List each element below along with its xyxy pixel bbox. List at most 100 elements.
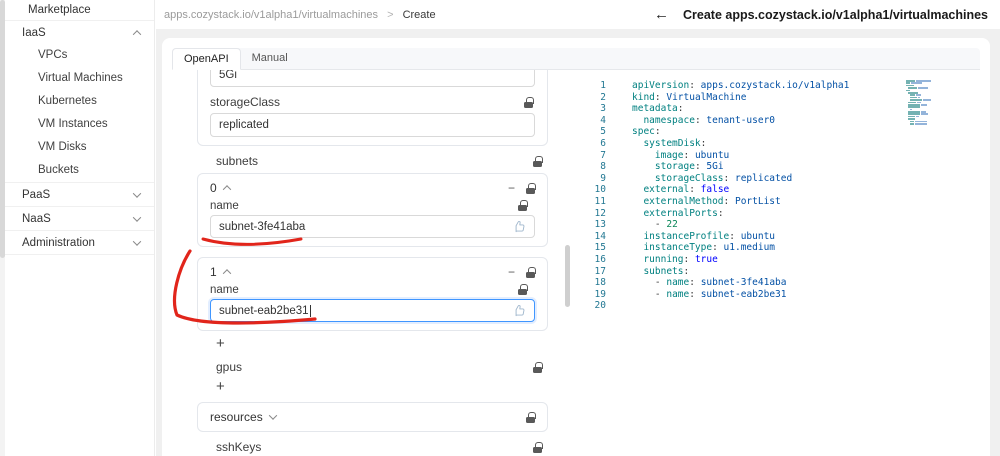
code-line: externalPorts: [643, 207, 724, 219]
code-line: external: false [643, 184, 730, 196]
app-root: Marketplace IaaS VPCs Virtual Machines Kube… [0, 0, 1000, 456]
sidebar-group-label: NaaS [22, 212, 51, 225]
line-number: 18 [594, 277, 606, 289]
code-line: - 22 [654, 219, 678, 231]
minimap-line [906, 123, 932, 125]
line-number: 19 [594, 288, 606, 300]
section-label: resources [210, 410, 263, 424]
sidebar-item-marketplace[interactable]: Marketplace [5, 0, 154, 20]
code-line: - name: subnet-3fe41aba [654, 277, 787, 289]
topbar: apps.cozystack.io/v1alpha1/virtualmachin… [156, 0, 1000, 30]
subnet-item-header[interactable]: 1 − [210, 264, 536, 280]
divider [5, 254, 154, 255]
storage-class-label-row: storageClass [210, 95, 535, 109]
sidebar-item-vm-instances[interactable]: VM Instances [5, 113, 154, 136]
lock-icon [526, 266, 536, 278]
editor-minimap[interactable] [906, 80, 932, 128]
line-number: 17 [594, 265, 606, 277]
chevron-up-icon [222, 185, 231, 194]
input-value: subnet-3fe41aba [219, 220, 306, 233]
minimap-line [906, 101, 932, 104]
name-input[interactable]: subnet-3fe41aba [210, 215, 535, 238]
thumbs-up-icon[interactable] [512, 304, 526, 318]
minimap-line [906, 103, 932, 106]
remove-item-button[interactable]: − [508, 266, 515, 278]
lock-icon [526, 411, 536, 423]
sidebar-item-buckets[interactable]: Buckets [5, 159, 154, 182]
subnets-list: 0 − name subnet-3fe41aba 1 − name subnet… [197, 173, 548, 331]
field-label: storageClass [210, 95, 281, 109]
system-disk-panel: 5Gi storageClass replicated [197, 70, 548, 146]
field-label: name [210, 283, 239, 296]
minimap-line [906, 91, 932, 94]
sidebar-group-label: Administration [22, 236, 95, 249]
minimap-line [906, 106, 932, 108]
sidebar-group-naas[interactable]: NaaS [5, 207, 154, 230]
minimap-line [906, 94, 932, 96]
line-number: 11 [594, 195, 606, 207]
remove-item-button[interactable]: − [508, 182, 515, 194]
line-number: 14 [594, 230, 606, 242]
window-scrollbar[interactable] [0, 0, 5, 456]
subnet-item-panel: 0 − name subnet-3fe41aba [197, 173, 548, 247]
subnet-item-header[interactable]: 0 − [210, 180, 536, 196]
minimap-line [906, 108, 932, 111]
sidebar-group-administration[interactable]: Administration [5, 231, 154, 254]
breadcrumb-current: Create [402, 8, 436, 21]
yaml-editor[interactable]: 1 2 3 4 5 6 7 8 9 10 11 12 13 14 15 16 17 18 19 20 apiVersi… [578, 70, 980, 456]
code-line: instanceProfile: ubuntu [643, 230, 776, 242]
sshkeys-section-label: sshKeys [197, 440, 548, 454]
line-number: 7 [600, 149, 606, 161]
minimap-line [906, 87, 932, 89]
form-scrollbar-thumb[interactable] [565, 245, 570, 307]
line-number: 2 [600, 91, 606, 103]
thumbs-up-icon[interactable] [512, 220, 526, 234]
sidebar: Marketplace IaaS VPCs Virtual Machines Kube… [5, 0, 155, 456]
add-gpu-button[interactable]: + [197, 379, 257, 395]
sidebar-item-vm-disks[interactable]: VM Disks [5, 136, 154, 159]
storage-class-input[interactable]: replicated [210, 113, 535, 137]
code-lines[interactable]: apiVersion: apps.cozystack.io/v1alpha1 ki… [618, 80, 980, 456]
minimap-line [906, 80, 932, 82]
sidebar-group-paas[interactable]: PaaS [5, 183, 154, 206]
resources-header[interactable]: resources [210, 408, 536, 426]
line-number: 6 [600, 137, 606, 149]
sidebar-item-vpcs[interactable]: VPCs [5, 44, 154, 67]
storage-input[interactable]: 5Gi [210, 70, 535, 87]
input-value: replicated [219, 119, 269, 131]
form-scrollbar[interactable] [562, 70, 574, 456]
minimap-line [906, 84, 932, 87]
line-number: 1 [600, 80, 606, 91]
sidebar-item-virtual-machines[interactable]: Virtual Machines [5, 67, 154, 90]
content: 5Gi storageClass replicated subnets 0 − … [172, 70, 980, 456]
lock-icon [524, 96, 534, 108]
minimap-line [906, 113, 932, 116]
chevron-down-icon [132, 188, 142, 198]
code-line: externalMethod: PortList [643, 195, 781, 207]
breadcrumb-separator: > [387, 8, 394, 21]
window-scrollbar-thumb[interactable] [0, 0, 5, 258]
add-subnet-button[interactable]: + [197, 336, 257, 352]
minimap-line [906, 99, 932, 101]
sidebar-item-kubernetes[interactable]: Kubernetes [5, 90, 154, 113]
subnet-item-index: 0 [210, 181, 217, 195]
code-line: - name: subnet-eab2be31 [654, 288, 787, 300]
tab-openapi[interactable]: OpenAPI [172, 48, 241, 70]
sidebar-groups: IaaS VPCs Virtual Machines Kubernetes VM Ins… [5, 21, 154, 255]
field-label: name [210, 199, 239, 212]
sidebar-group-iaas[interactable]: IaaS [5, 21, 154, 44]
chevron-up-icon [222, 269, 231, 278]
breadcrumb-path[interactable]: apps.cozystack.io/v1alpha1/virtualmachin… [164, 9, 378, 21]
lock-icon [533, 361, 543, 373]
name-input[interactable]: subnet-eab2be31 [210, 299, 535, 322]
minimap-line [906, 96, 932, 99]
subnet-item-panel: 1 − name subnet-eab2be31 [197, 257, 548, 331]
lock-icon [533, 441, 543, 453]
tab-manual[interactable]: Manual [241, 48, 299, 70]
minimap-line [906, 125, 932, 127]
line-number: 10 [594, 184, 606, 196]
line-number: 13 [594, 219, 606, 231]
back-arrow-icon[interactable]: ← [654, 7, 669, 22]
sidebar-group-label: IaaS [22, 26, 46, 39]
